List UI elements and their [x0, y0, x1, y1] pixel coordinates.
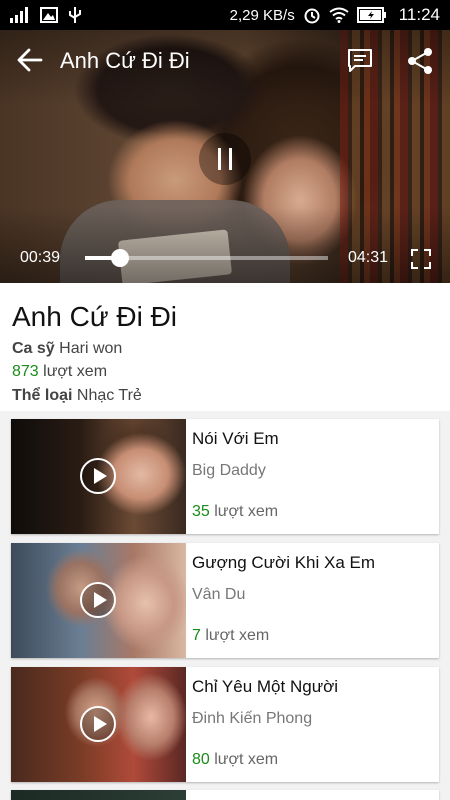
- related-title: Gượng Cười Khi Xa Em: [192, 553, 375, 572]
- singer-label: Ca sỹ: [12, 340, 55, 357]
- related-title: Chỉ Yêu Một Người: [192, 677, 338, 696]
- play-icon[interactable]: [80, 458, 116, 494]
- video-thumbnail[interactable]: [11, 543, 186, 658]
- image-icon: [40, 7, 58, 23]
- back-arrow-icon[interactable]: [16, 46, 44, 74]
- genre-row: Thể loại Nhạc Trẻ: [12, 387, 142, 405]
- related-views-label: lượt xem: [214, 751, 279, 768]
- views-count: 873: [12, 363, 39, 380]
- video-thumbnail[interactable]: [11, 667, 186, 782]
- current-time: 00:39: [20, 249, 61, 266]
- video-player[interactable]: Anh Cứ Đi Đi 00:39 04:31: [0, 30, 450, 283]
- singer-name[interactable]: Hari won: [59, 340, 122, 357]
- fullscreen-icon[interactable]: [410, 248, 432, 270]
- related-video-item-partial[interactable]: [11, 790, 439, 800]
- signal-icon: [10, 7, 28, 23]
- related-views: 35 lượt xem: [192, 503, 278, 521]
- pause-button[interactable]: [199, 133, 251, 185]
- related-video-item[interactable]: Nói Với Em Big Daddy 35 lượt xem: [11, 419, 439, 534]
- network-speed: 2,29 KB/s: [229, 6, 295, 24]
- play-icon[interactable]: [80, 706, 116, 742]
- related-views-label: lượt xem: [214, 503, 279, 520]
- related-artist: Big Daddy: [192, 462, 266, 479]
- seek-bar[interactable]: [85, 249, 328, 267]
- singer-row: Ca sỹ Hari won: [12, 340, 122, 358]
- genre-name[interactable]: Nhạc Trẻ: [77, 387, 142, 404]
- pause-icon: [218, 148, 221, 170]
- total-time: 04:31: [348, 249, 389, 266]
- related-title: Nói Với Em: [192, 429, 279, 448]
- related-views: 80 lượt xem: [192, 751, 278, 769]
- song-title: Anh Cứ Đi Đi: [12, 301, 178, 332]
- seek-handle[interactable]: [110, 249, 129, 267]
- related-views-count: 7: [192, 627, 201, 644]
- share-icon[interactable]: [405, 46, 435, 76]
- player-title: Anh Cứ Đi Đi: [60, 48, 190, 73]
- related-video-item[interactable]: Gượng Cười Khi Xa Em Vân Du 7 lượt xem: [11, 543, 439, 658]
- related-views-count: 35: [192, 503, 210, 520]
- alarm-icon: [304, 8, 320, 24]
- genre-label: Thể loại: [12, 387, 73, 404]
- usb-icon: [69, 7, 81, 23]
- battery-icon: [356, 7, 386, 23]
- related-video-item[interactable]: Chỉ Yêu Một Người Đinh Kiến Phong 80 lượ…: [11, 667, 439, 782]
- status-bar: 2,29 KB/s 11:24: [0, 0, 450, 30]
- comment-icon[interactable]: [346, 48, 374, 74]
- song-info: Anh Cứ Đi Đi Ca sỹ Hari won 873 lượt xem…: [0, 283, 450, 411]
- related-artist: Vân Du: [192, 586, 246, 603]
- play-icon[interactable]: [80, 582, 116, 618]
- views-row: 873 lượt xem: [12, 363, 107, 381]
- wifi-icon: [329, 7, 349, 23]
- clock: 11:24: [398, 5, 440, 24]
- related-views-label: lượt xem: [205, 627, 270, 644]
- views-label: lượt xem: [43, 363, 108, 380]
- related-views-count: 80: [192, 751, 210, 768]
- related-views: 7 lượt xem: [192, 627, 269, 645]
- related-artist: Đinh Kiến Phong: [192, 710, 313, 727]
- video-thumbnail[interactable]: [11, 419, 186, 534]
- video-thumbnail[interactable]: [11, 790, 186, 800]
